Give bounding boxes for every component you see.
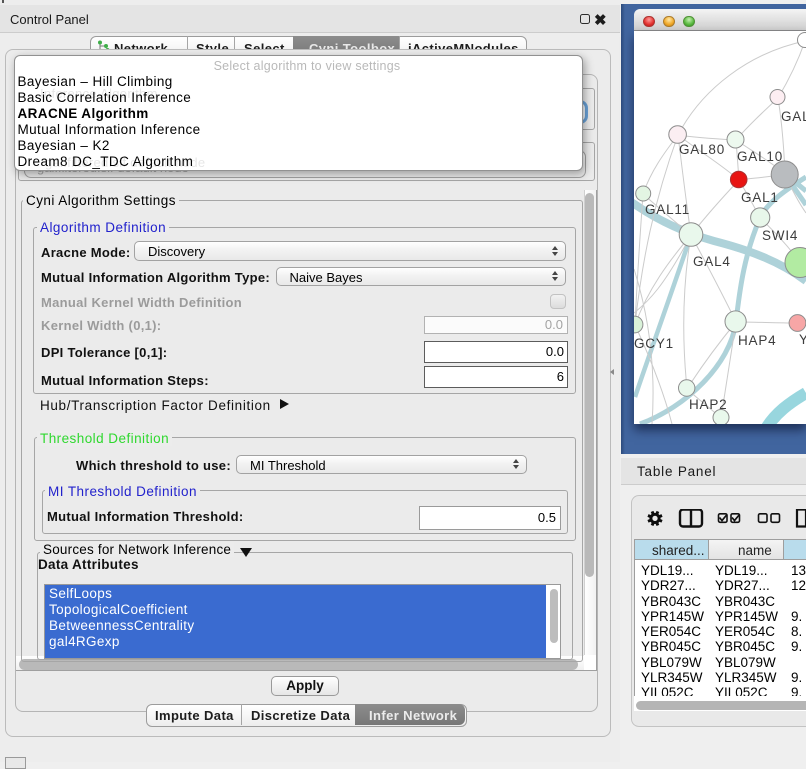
svg-text:HAP4: HAP4 — [738, 333, 776, 348]
svg-text:GAL4: GAL4 — [693, 254, 731, 269]
svg-text:GAL2: GAL2 — [781, 109, 806, 124]
svg-text:SWI4: SWI4 — [762, 228, 798, 243]
svg-text:HAP2: HAP2 — [689, 397, 727, 412]
svg-text:GAL1: GAL1 — [741, 190, 779, 205]
svg-text:Y: Y — [799, 332, 806, 347]
svg-text:GAL11: GAL11 — [645, 202, 690, 217]
svg-text:GAL80: GAL80 — [679, 142, 725, 157]
svg-text:GCY1: GCY1 — [634, 336, 674, 351]
svg-text:GAL10: GAL10 — [737, 149, 783, 164]
